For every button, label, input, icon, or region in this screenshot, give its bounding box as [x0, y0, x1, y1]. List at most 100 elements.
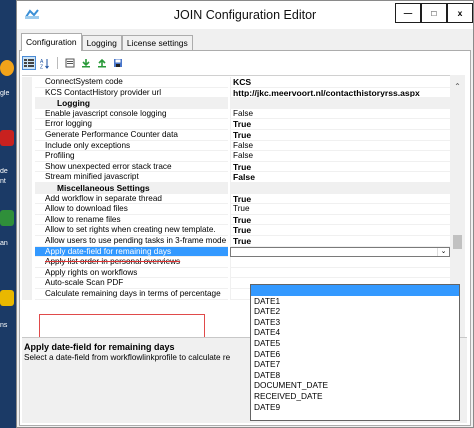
property-name: Apply rights on workflows	[35, 268, 228, 279]
property-value[interactable]: True	[230, 130, 450, 141]
date-field-dropdown-list[interactable]: DATE1 DATE2 DATE3 DATE4 DATE5 DATE6 DATE7 DATE8…	[250, 284, 460, 421]
dropdown-option[interactable]: DATE2	[251, 306, 459, 317]
tab-configuration[interactable]: Configuration	[21, 33, 82, 51]
grid-category-row[interactable]: ◢Miscellaneous Settings	[22, 183, 450, 194]
grid-property-row[interactable]: Add workflow in separate thread True	[22, 193, 450, 205]
alphabetical-sort-icon[interactable]: AZ	[38, 56, 52, 70]
desktop-shortcut-icon[interactable]	[0, 60, 14, 76]
property-value[interactable]: KCS	[230, 77, 450, 88]
desktop-shortcut-icon[interactable]	[0, 290, 14, 306]
grid-property-row[interactable]: Apply date-field for remaining days ⌄	[22, 246, 450, 258]
dropdown-option[interactable]: RECEIVED_DATE	[251, 391, 459, 402]
grid-property-row[interactable]: Include only exceptions False	[22, 140, 450, 152]
grid-property-row[interactable]: Stream minified javascript False	[22, 172, 450, 183]
row-margin	[22, 119, 32, 130]
minimize-icon: —	[403, 8, 413, 18]
property-name: Allow to rename files	[35, 215, 228, 226]
scrollbar-thumb[interactable]	[453, 235, 462, 249]
grid-category-row[interactable]: ◢Logging	[22, 98, 450, 109]
scroll-up-icon[interactable]: ⌃	[450, 79, 465, 93]
property-name: Logging	[35, 98, 228, 109]
property-value[interactable]: True	[230, 204, 450, 215]
property-value[interactable]: False	[230, 108, 450, 120]
property-name: Generate Performance Counter data	[35, 130, 228, 141]
property-value-combobox[interactable]: ⌄	[230, 246, 450, 258]
config-editor-window: JOIN Configuration Editor — □ x Configur…	[16, 0, 474, 428]
row-margin	[22, 161, 32, 173]
property-value[interactable]: True	[230, 225, 450, 236]
row-margin	[22, 289, 32, 300]
property-name: Allow to set rights when creating new te…	[35, 225, 228, 236]
grid-property-row[interactable]: ConnectSystem code KCS	[22, 77, 450, 88]
svg-text:Z: Z	[40, 64, 43, 69]
row-margin	[22, 278, 32, 289]
title-bar[interactable]: JOIN Configuration Editor — □ x	[17, 1, 473, 29]
property-value[interactable]: True	[230, 161, 450, 173]
tab-license-settings[interactable]: License settings	[121, 35, 193, 51]
property-value-text: True	[233, 236, 252, 246]
property-value-text: True	[233, 193, 252, 204]
property-value-text: False	[233, 140, 254, 150]
grid-property-row[interactable]: Allow users to use pending tasks in 3-fr…	[22, 236, 450, 247]
grid-property-row[interactable]: Apply rights on workflows	[22, 267, 450, 279]
property-value[interactable]: True	[230, 193, 450, 205]
desktop-shortcut-icon[interactable]	[0, 130, 14, 146]
property-value[interactable]	[230, 267, 450, 279]
grid-property-row[interactable]: Apply list order in personal overviews	[22, 257, 450, 268]
property-value[interactable]: False	[230, 151, 450, 162]
dropdown-option[interactable]: DATE6	[251, 349, 459, 360]
grid-property-row[interactable]: Enable javascript console logging False	[22, 108, 450, 120]
grid-property-row[interactable]: Error logging True	[22, 119, 450, 130]
description-text: Select a date-field from workflowlinkpro…	[24, 353, 231, 362]
dropdown-option[interactable]	[251, 285, 459, 296]
grid-property-row[interactable]: Show unexpected error stack trace True	[22, 161, 450, 173]
close-button[interactable]: x	[447, 3, 473, 23]
property-value[interactable]: True	[230, 214, 450, 226]
row-margin	[22, 236, 32, 247]
property-value[interactable]	[230, 257, 450, 268]
grid-property-row[interactable]: Profiling False	[22, 151, 450, 162]
dropdown-chevron-icon[interactable]: ⌄	[437, 247, 449, 257]
row-margin	[22, 77, 32, 88]
dropdown-option[interactable]: DATE4	[251, 327, 459, 338]
row-margin	[22, 257, 32, 268]
dropdown-option[interactable]: DATE8	[251, 370, 459, 381]
grid-property-row[interactable]: Generate Performance Counter data True	[22, 130, 450, 141]
tab-logging[interactable]: Logging	[81, 35, 122, 51]
desktop-label: nt	[0, 178, 6, 185]
property-name: Add workflow in separate thread	[35, 194, 228, 205]
property-value[interactable]: False	[230, 140, 450, 152]
dropdown-option[interactable]: DOCUMENT_DATE	[251, 380, 459, 391]
property-value[interactable]: http://jkc.meervoort.nl/contacthistoryrs…	[230, 87, 450, 99]
property-name: Calculate remaining days in terms of per…	[35, 289, 228, 300]
dropdown-option[interactable]: DATE1	[251, 296, 459, 307]
dropdown-option[interactable]: DATE7	[251, 359, 459, 370]
property-value[interactable]: False	[230, 172, 450, 183]
export-icon[interactable]	[95, 56, 109, 70]
dropdown-option[interactable]: DATE5	[251, 338, 459, 349]
categorized-view-icon[interactable]	[22, 56, 36, 70]
row-margin	[22, 204, 32, 215]
property-value[interactable]: True	[230, 119, 450, 130]
grid-property-row[interactable]: Allow to rename files True	[22, 214, 450, 226]
property-value[interactable]	[230, 98, 450, 109]
grid-property-row[interactable]: Allow to download files True	[22, 204, 450, 215]
property-value[interactable]	[230, 183, 450, 194]
import-icon[interactable]	[79, 56, 93, 70]
property-value[interactable]: True	[230, 236, 450, 247]
property-name: Allow users to use pending tasks in 3-fr…	[35, 236, 228, 247]
desktop-shortcut-icon[interactable]	[0, 210, 14, 226]
property-name: ConnectSystem code	[35, 77, 228, 88]
row-margin	[22, 267, 32, 279]
property-value-text: False	[233, 108, 254, 118]
save-icon[interactable]	[111, 56, 125, 70]
property-name: KCS ContactHistory provider url	[35, 88, 228, 99]
minimize-button[interactable]: —	[395, 3, 421, 23]
toolbar-separator	[57, 57, 58, 69]
maximize-button[interactable]: □	[421, 3, 447, 23]
dropdown-option[interactable]: DATE9	[251, 402, 459, 413]
grid-property-row[interactable]: Allow to set rights when creating new te…	[22, 225, 450, 236]
grid-property-row[interactable]: KCS ContactHistory provider url http://jk…	[22, 87, 450, 99]
property-pages-icon[interactable]	[63, 56, 77, 70]
dropdown-option[interactable]: DATE3	[251, 317, 459, 328]
